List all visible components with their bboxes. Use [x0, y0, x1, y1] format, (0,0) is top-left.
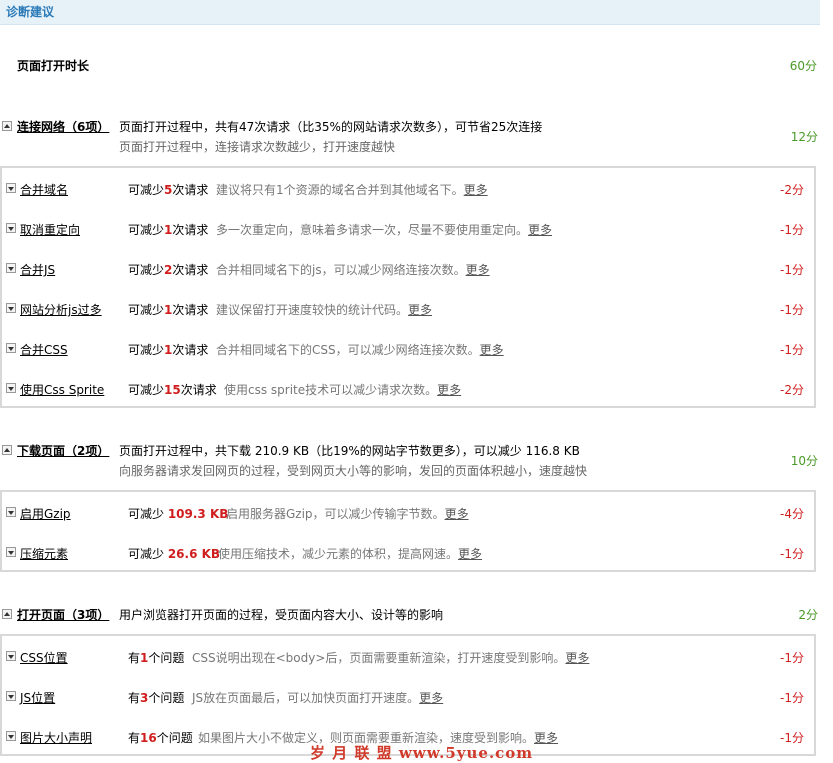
suggestion-name[interactable]: 启用Gzip — [20, 505, 71, 522]
suggestion-name[interactable]: 图片大小声明 — [20, 729, 92, 746]
suggestion-row: 合并域名 可减少5次请求 建议将只有1个资源的域名合并到其他域名下。更多 -2分 — [2, 168, 814, 208]
suggestion-reduction: 有16个问题 — [128, 731, 193, 745]
suggestion-reduction: 可减少1次请求 — [128, 223, 209, 237]
expand-icon[interactable] — [6, 343, 16, 353]
suggestion-reduction: 可减少 109.3 KB — [128, 507, 229, 521]
expand-icon[interactable] — [6, 263, 16, 273]
section-summary: 页面打开过程中，共有47次请求（比35%的网站请求次数多），可节省25次连接 — [119, 120, 543, 134]
suggestion-reduction: 可减少5次请求 — [128, 183, 209, 197]
section-title[interactable]: 下载页面（2项） — [17, 442, 109, 459]
expand-icon[interactable] — [6, 223, 16, 233]
suggestion-score: -1分 — [780, 651, 804, 665]
more-link[interactable]: 更多 — [480, 343, 504, 357]
collapse-icon[interactable] — [2, 445, 12, 455]
expand-icon[interactable] — [6, 691, 16, 701]
section-score: 10分 — [790, 454, 818, 468]
diagnosis-title: 诊断建议 — [6, 5, 55, 19]
more-link[interactable]: 更多 — [534, 731, 558, 745]
suggestion-description: 使用压缩技术，减少元素的体积，提高网速。更多 — [218, 547, 483, 561]
suggestion-reduction: 可减少15次请求 — [128, 383, 217, 397]
suggestion-row: 网站分析js过多 可减少1次请求 建议保留打开速度较快的统计代码。更多 -1分 — [2, 288, 814, 328]
suggestion-name[interactable]: 压缩元素 — [20, 545, 68, 562]
more-link[interactable]: 更多 — [408, 303, 432, 317]
suggestion-reduction: 有1个问题 — [128, 651, 185, 665]
more-link[interactable]: 更多 — [437, 383, 461, 397]
expand-icon[interactable] — [6, 547, 16, 557]
section-items-box: 启用Gzip 可减少 109.3 KB 启用服务器Gzip，可以减少传输字节数。… — [0, 490, 816, 572]
suggestion-name[interactable]: 合并JS — [20, 261, 55, 278]
suggestion-description: 多一次重定向，意味着多请求一次，尽量不要使用重定向。更多 — [216, 223, 553, 237]
suggestion-description: 建议保留打开速度较快的统计代码。更多 — [216, 303, 433, 317]
suggestion-row: 压缩元素 可减少 26.6 KB 使用压缩技术，减少元素的体积，提高网速。更多 … — [2, 532, 814, 572]
diagnosis-header: 诊断建议 — [0, 0, 820, 25]
suggestion-row: CSS位置 有1个问题 CSS说明出现在<body>后，页面需要重新渲染，打开速… — [2, 636, 814, 676]
watermark-text: 岁 月 联 盟 www.5yue.com — [310, 744, 534, 762]
section-title[interactable]: 打开页面（3项） — [17, 606, 109, 623]
suggestion-score: -1分 — [780, 343, 804, 357]
suggestion-row: 使用Css Sprite 可减少15次请求 使用css sprite技术可以减少… — [2, 368, 814, 408]
load-time-label: 页面打开时长 — [17, 59, 90, 73]
suggestion-name[interactable]: 网站分析js过多 — [20, 301, 102, 318]
suggestion-description: 合并相同域名下的CSS，可以减少网络连接次数。更多 — [216, 343, 504, 357]
more-link[interactable]: 更多 — [464, 183, 488, 197]
suggestion-reduction: 可减少2次请求 — [128, 263, 209, 277]
expand-icon[interactable] — [6, 507, 16, 517]
suggestion-score: -1分 — [780, 263, 804, 277]
suggestion-score: -4分 — [780, 507, 804, 521]
more-link[interactable]: 更多 — [445, 507, 469, 521]
suggestion-score: -2分 — [780, 183, 804, 197]
suggestion-description: 建议将只有1个资源的域名合并到其他域名下。更多 — [216, 183, 488, 197]
more-link[interactable]: 更多 — [419, 691, 443, 705]
suggestion-description: 合并相同域名下的js，可以减少网络连接次数。更多 — [216, 263, 490, 277]
load-time-score: 60分 — [789, 59, 817, 73]
more-link[interactable]: 更多 — [528, 223, 552, 237]
suggestion-score: -1分 — [780, 731, 804, 745]
suggestion-description: 使用css sprite技术可以减少请求次数。更多 — [224, 383, 462, 397]
expand-icon[interactable] — [6, 383, 16, 393]
suggestion-name[interactable]: 使用Css Sprite — [20, 381, 104, 398]
section-score: 2分 — [798, 608, 818, 622]
suggestion-score: -1分 — [780, 303, 804, 317]
suggestion-name[interactable]: CSS位置 — [20, 649, 68, 666]
expand-icon[interactable] — [6, 183, 16, 193]
more-link[interactable]: 更多 — [466, 263, 490, 277]
suggestion-row: 合并CSS 可减少1次请求 合并相同域名下的CSS，可以减少网络连接次数。更多 … — [2, 328, 814, 368]
suggestion-reduction: 可减少 26.6 KB — [128, 547, 221, 561]
section-summary: 用户浏览器打开页面的过程，受页面内容大小、设计等的影响 — [119, 608, 444, 622]
more-link[interactable]: 更多 — [458, 547, 482, 561]
expand-icon[interactable] — [6, 651, 16, 661]
suggestion-description: JS放在页面最后，可以加快页面打开速度。更多 — [192, 691, 444, 705]
section-summary: 页面打开过程中，共下载 210.9 KB（比19%的网站字节数更多），可以减少 … — [119, 444, 580, 458]
suggestion-name[interactable]: JS位置 — [20, 689, 55, 706]
suggestion-name[interactable]: 取消重定向 — [20, 221, 80, 238]
section-description: 向服务器请求发回网页的过程，受到网页大小等的影响，发回的页面体积越小，速度越快 — [119, 464, 588, 478]
section-title[interactable]: 连接网络（6项） — [17, 118, 109, 135]
section-items-box: CSS位置 有1个问题 CSS说明出现在<body>后，页面需要重新渲染，打开速… — [0, 634, 816, 756]
more-link[interactable]: 更多 — [565, 651, 589, 665]
section-description: 页面打开过程中，连接请求次数越少，打开速度越快 — [119, 140, 396, 154]
suggestion-name[interactable]: 合并CSS — [20, 341, 68, 358]
suggestion-name[interactable]: 合并域名 — [20, 181, 68, 198]
suggestion-reduction: 可减少1次请求 — [128, 303, 209, 317]
suggestion-row: 合并JS 可减少2次请求 合并相同域名下的js，可以减少网络连接次数。更多 -1… — [2, 248, 814, 288]
suggestion-description: CSS说明出现在<body>后，页面需要重新渲染，打开速度受到影响。更多 — [192, 651, 590, 665]
suggestion-description: 启用服务器Gzip，可以减少传输字节数。更多 — [226, 507, 469, 521]
suggestion-row: 启用Gzip 可减少 109.3 KB 启用服务器Gzip，可以减少传输字节数。… — [2, 492, 814, 532]
section-score: 12分 — [790, 130, 818, 144]
expand-icon[interactable] — [6, 303, 16, 313]
collapse-icon[interactable] — [2, 609, 12, 619]
suggestion-row: 取消重定向 可减少1次请求 多一次重定向，意味着多请求一次，尽量不要使用重定向。… — [2, 208, 814, 248]
suggestion-score: -2分 — [780, 383, 804, 397]
suggestion-score: -1分 — [780, 223, 804, 237]
suggestion-row: JS位置 有3个问题 JS放在页面最后，可以加快页面打开速度。更多 -1分 — [2, 676, 814, 716]
suggestion-reduction: 可减少1次请求 — [128, 343, 209, 357]
section-items-box: 合并域名 可减少5次请求 建议将只有1个资源的域名合并到其他域名下。更多 -2分… — [0, 166, 816, 408]
collapse-icon[interactable] — [2, 121, 12, 131]
suggestion-score: -1分 — [780, 691, 804, 705]
expand-icon[interactable] — [6, 731, 16, 741]
suggestion-score: -1分 — [780, 547, 804, 561]
suggestion-reduction: 有3个问题 — [128, 691, 185, 705]
